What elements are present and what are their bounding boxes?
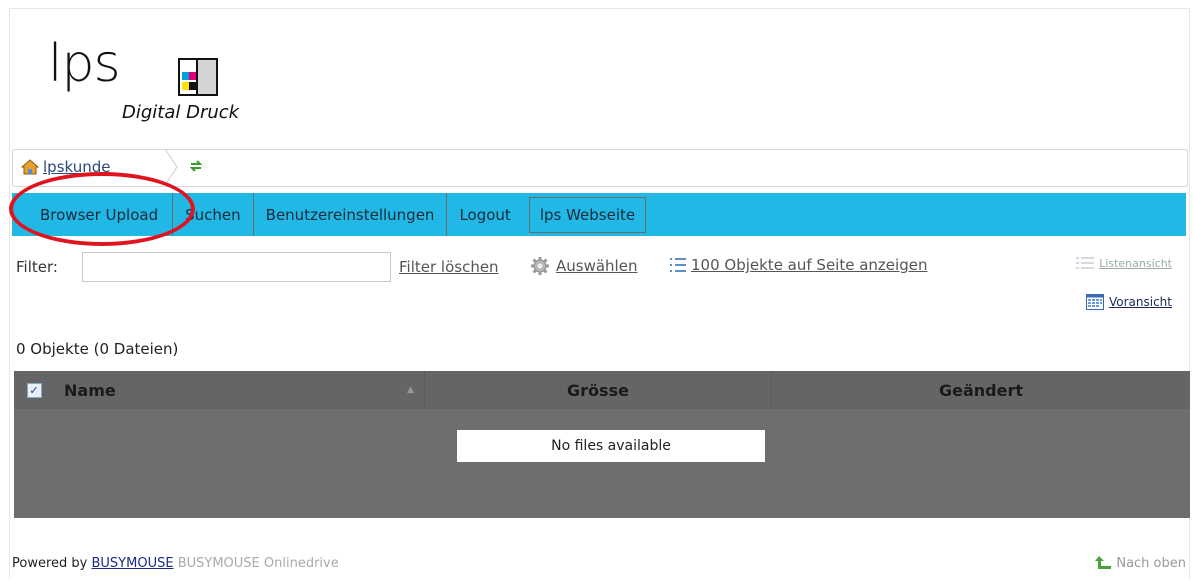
logo-color-squares-icon <box>178 58 218 96</box>
object-count: 0 Objekte (0 Dateien) <box>16 340 179 358</box>
per-page-action[interactable]: 100 Objekte auf Seite anzeigen <box>669 256 927 274</box>
filter-input[interactable] <box>82 252 391 282</box>
list-icon <box>670 258 686 272</box>
nav-logout[interactable]: Logout <box>447 193 522 236</box>
back-to-top-link[interactable]: Nach oben <box>1094 555 1186 571</box>
preview-grid-icon <box>1085 294 1104 310</box>
footer-powered-by: Powered by BUSYMOUSE BUSYMOUSE Onlinedri… <box>12 556 339 571</box>
sort-asc-icon: ▲ <box>407 385 414 395</box>
file-table: ✓ Name ▲ Grösse Geändert No files availa… <box>14 371 1190 518</box>
breadcrumb-home-link[interactable]: lpskunde <box>21 158 111 176</box>
breadcrumb: lpskunde <box>12 149 1188 187</box>
logo-subtitle: Digital Druck <box>122 102 240 123</box>
gear-icon <box>531 257 549 275</box>
brand-suffix: BUSYMOUSE Onlinedrive <box>177 556 339 571</box>
list-view-icon <box>1076 257 1095 269</box>
empty-state-message: No files available <box>457 430 765 462</box>
breadcrumb-separator-icon <box>164 149 178 185</box>
select-all-cell: ✓ <box>14 371 54 409</box>
filter-label: Filter: <box>16 258 58 276</box>
busymouse-link[interactable]: BUSYMOUSE <box>92 556 174 571</box>
list-view-toggle[interactable]: Listenansicht <box>1075 256 1172 270</box>
select-link[interactable]: Auswählen <box>556 257 637 275</box>
preview-toggle[interactable]: Voransicht <box>1085 294 1172 310</box>
column-name-label: Name <box>64 380 116 400</box>
refresh-icon[interactable] <box>189 159 203 177</box>
preview-label: Voransicht <box>1108 295 1172 309</box>
list-view-label: Listenansicht <box>1099 256 1172 270</box>
main-nav: Browser Upload Suchen Benutzereinstellun… <box>12 193 1186 236</box>
arrow-up-icon <box>1095 556 1112 569</box>
lps-logo[interactable]: lps Digital Druck <box>48 38 258 130</box>
breadcrumb-home-label: lpskunde <box>43 158 111 176</box>
powered-prefix: Powered by <box>12 556 88 571</box>
table-header: ✓ Name ▲ Grösse Geändert <box>14 371 1190 409</box>
nav-suchen[interactable]: Suchen <box>173 193 254 236</box>
select-all-checkbox[interactable]: ✓ <box>26 382 42 398</box>
nav-benutzereinstellungen[interactable]: Benutzereinstellungen <box>254 193 448 236</box>
home-icon <box>21 159 39 175</box>
nav-lps-webseite[interactable]: lps Webseite <box>528 196 647 233</box>
per-page-link[interactable]: 100 Objekte auf Seite anzeigen <box>691 256 927 274</box>
back-to-top-label: Nach oben <box>1116 555 1186 571</box>
filter-clear-link[interactable]: Filter löschen <box>399 258 499 276</box>
select-action[interactable]: Auswählen <box>530 256 637 276</box>
logo-wordmark: lps <box>48 34 121 94</box>
column-name-header[interactable]: Name ▲ <box>54 371 425 409</box>
column-modified-header[interactable]: Geändert <box>772 371 1190 409</box>
nav-browser-upload[interactable]: Browser Upload <box>26 193 174 236</box>
column-size-header[interactable]: Grösse <box>425 371 772 409</box>
